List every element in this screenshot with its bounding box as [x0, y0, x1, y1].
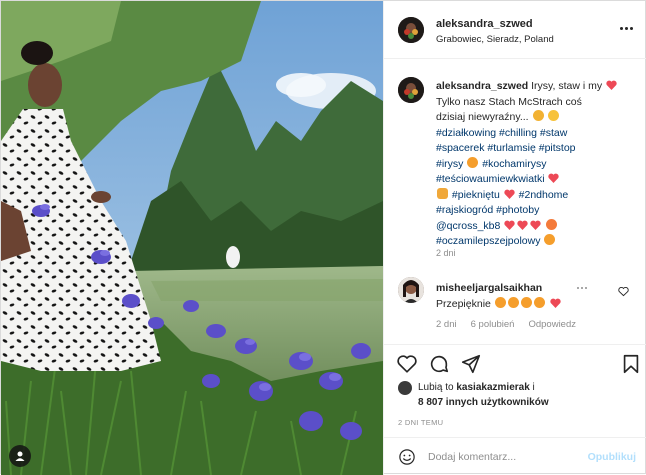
more-icon[interactable] — [577, 287, 589, 290]
kiss-emoji — [546, 218, 558, 230]
liker-username[interactable]: kasiakazmierak — [456, 382, 529, 393]
more-icon[interactable] — [620, 23, 634, 33]
hashtag[interactable]: #piekniętu — [452, 189, 500, 201]
red-heart-emoji — [517, 220, 528, 230]
hashtag[interactable]: #spacerek — [436, 142, 484, 154]
clap-emoji — [437, 187, 448, 199]
comment-likes[interactable]: 6 polubień — [471, 319, 515, 330]
red-heart-emoji — [504, 189, 515, 199]
hashtag[interactable]: #photoby — [496, 204, 539, 216]
post-location[interactable]: Grabowiec, Sieradz, Poland — [436, 34, 554, 45]
post-username[interactable]: aleksandra_szwed — [436, 18, 533, 30]
hashtag[interactable]: #turlamsię — [487, 142, 535, 154]
post-photo[interactable] — [1, 1, 383, 475]
caption-text: aleksandra_szwed Irysy, staw i my Tylko … — [436, 79, 636, 250]
hashtag[interactable]: #staw — [540, 127, 567, 139]
post-header: aleksandra_szwed Grabowiec, Sieradz, Pol… — [384, 1, 646, 59]
caption-line-3: dzisiaj niewyraźny... — [436, 111, 529, 123]
share-icon[interactable] — [460, 353, 482, 375]
hashtag[interactable]: #chilling — [499, 127, 537, 139]
avatar[interactable] — [398, 277, 424, 303]
reply-button[interactable]: Odpowiedz — [528, 319, 576, 330]
post-timestamp[interactable]: 2 DNI TEMU — [398, 418, 443, 427]
likes-summary: Lubią to kasiakazmierak i — [418, 382, 535, 393]
comment-username[interactable]: misheeljargalsaikhan — [436, 282, 542, 294]
hashtag[interactable]: #rajskiogród — [436, 204, 493, 216]
avatar[interactable] — [398, 17, 424, 43]
hashtag[interactable]: #oczamilepszejpolowy — [436, 235, 540, 247]
comment-bar: Opublikuj — [384, 437, 646, 475]
heart-icon[interactable] — [396, 353, 418, 375]
comment-body: Przepięknie — [436, 298, 491, 310]
hashtag[interactable]: #kochamirysy — [482, 158, 546, 170]
instagram-post: aleksandra_szwed Grabowiec, Sieradz, Pol… — [0, 0, 646, 475]
red-heart-emoji — [548, 173, 560, 183]
hashtag[interactable]: #działkowing — [436, 127, 496, 139]
heart-eyes-emoji — [544, 234, 556, 245]
caption-line-2: Tylko nasz Stach McStrach coś — [436, 95, 582, 108]
smile-emoji — [548, 110, 560, 121]
comment-text: Przepięknie — [436, 297, 562, 310]
comment-meta: 2 dni 6 polubień Odpowiedz — [436, 319, 576, 330]
heart-icon[interactable] — [618, 286, 629, 297]
heart-eyes-emoji — [507, 297, 519, 308]
caption-time: 2 dni — [436, 248, 456, 258]
red-heart-emoji — [550, 298, 561, 308]
comment-icon[interactable] — [428, 353, 450, 375]
caption-username[interactable]: aleksandra_szwed — [436, 80, 528, 92]
likes-prefix: Lubią to — [418, 382, 457, 393]
red-heart-emoji — [530, 220, 541, 230]
hashtag[interactable]: #teściowaumiewkwiatki — [436, 173, 545, 185]
hashtag[interactable]: #irysy — [436, 158, 463, 170]
hashtag[interactable]: #2ndhome — [519, 189, 569, 201]
post-side-panel: aleksandra_szwed Grabowiec, Sieradz, Pol… — [383, 1, 646, 475]
heart-eyes-emoji — [494, 297, 506, 308]
hashtag[interactable]: #pitstop — [539, 142, 576, 154]
avatar[interactable] — [398, 381, 412, 395]
heart-eyes-emoji — [467, 156, 479, 168]
heart-eyes-emoji — [520, 297, 532, 308]
red-heart-emoji — [504, 220, 515, 230]
likes-count[interactable]: 8 807 innych użytkowników — [418, 397, 549, 408]
thinking-emoji — [532, 110, 544, 121]
user-tag-icon[interactable] — [9, 445, 31, 467]
publish-button[interactable]: Opublikuj — [588, 451, 636, 463]
caption-line-1: Irysy, staw i my — [531, 80, 603, 92]
smile-icon[interactable] — [398, 448, 416, 466]
red-heart-emoji — [606, 80, 617, 90]
comment-input[interactable] — [428, 449, 578, 465]
mention[interactable]: @qcross_kb8 — [436, 220, 500, 232]
bookmark-icon[interactable] — [620, 353, 642, 375]
heart-eyes-emoji — [533, 297, 545, 308]
likes-suffix: i — [529, 382, 535, 393]
comment-time: 2 dni — [436, 319, 457, 330]
divider — [384, 344, 646, 345]
avatar[interactable] — [398, 77, 424, 103]
